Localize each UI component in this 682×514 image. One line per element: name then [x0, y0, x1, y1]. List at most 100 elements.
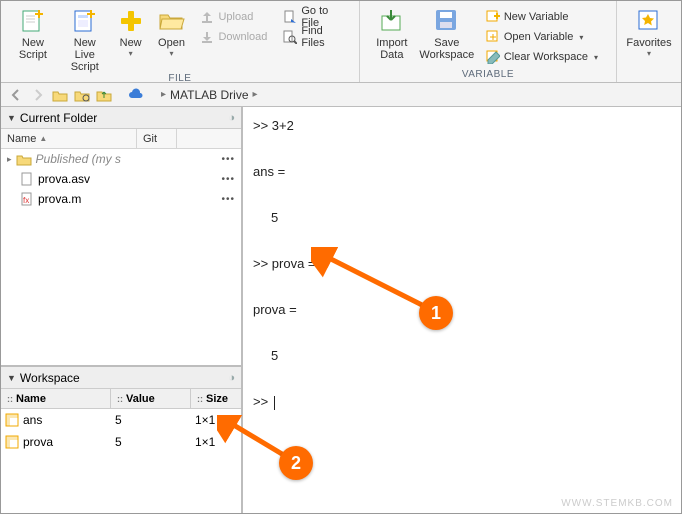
row-menu-icon[interactable]: •••	[221, 154, 235, 165]
ws-col-name[interactable]: ::Name	[1, 389, 111, 408]
workspace-row[interactable]: prova 5 1×1	[1, 431, 241, 453]
ws-col-size[interactable]: ::Size	[191, 389, 241, 408]
row-menu-icon[interactable]: •••	[221, 174, 235, 185]
live-script-plus-icon	[71, 7, 99, 35]
open-label: Open	[158, 37, 185, 49]
open-variable-button[interactable]: Open Variable	[482, 27, 602, 47]
upload-button[interactable]: Upload	[196, 7, 271, 27]
new-script-button[interactable]: NewScript	[7, 5, 59, 61]
workspace-panel: ▼ Workspace ◑ ::Name ::Value ::Size ans …	[1, 365, 241, 513]
file-list: ▸ Published (my s ••• prova.asv ••• fx p…	[1, 149, 241, 365]
ribbon-group-variable-label: VARIABLE	[360, 69, 616, 82]
expand-icon[interactable]: ▸	[7, 154, 12, 165]
download-label: Download	[218, 31, 267, 43]
plus-icon	[117, 7, 145, 35]
save-workspace-icon	[433, 7, 461, 35]
annotation-badge-2: 2	[279, 446, 313, 480]
ribbon-group-favorites: Favorites ▾	[617, 1, 681, 82]
current-folder-columns: Name▲ Git	[1, 129, 241, 149]
clear-workspace-button[interactable]: Clear Workspace	[482, 47, 602, 67]
new-live-script-label: NewLive Script	[61, 37, 109, 73]
file-name: prova.asv	[38, 172, 90, 186]
import-icon	[378, 7, 406, 35]
collapse-icon[interactable]: ▼	[7, 113, 16, 123]
file-row[interactable]: fx prova.m •••	[1, 189, 241, 209]
find-files-button[interactable]: Find Files	[279, 27, 352, 47]
save-workspace-label: SaveWorkspace	[419, 37, 474, 61]
new-variable-label: New Variable	[504, 11, 569, 23]
cursor	[274, 396, 275, 410]
favorites-label: Favorites	[626, 37, 671, 49]
new-variable-icon	[486, 10, 500, 24]
goto-file-button[interactable]: Go to File	[279, 7, 352, 27]
new-button[interactable]: New ▾	[111, 5, 151, 58]
variable-icon	[5, 413, 19, 427]
breadcrumb-sep-icon: ▸	[253, 89, 258, 100]
workspace-title: Workspace	[20, 371, 80, 385]
panel-menu-icon[interactable]: ◑	[228, 112, 235, 124]
new-variable-button[interactable]: New Variable	[482, 7, 602, 27]
open-variable-icon	[486, 30, 500, 44]
clear-workspace-icon	[486, 50, 500, 64]
import-data-label: ImportData	[376, 37, 407, 61]
caret-down-icon: ▾	[129, 49, 133, 58]
address-bar: ▸ MATLAB Drive ▸	[1, 83, 681, 107]
caret-down-icon: ▾	[647, 49, 651, 58]
folder-icon	[16, 153, 32, 166]
collapse-icon[interactable]: ▼	[7, 373, 16, 383]
ws-var-value: 5	[115, 435, 195, 449]
caret-down-icon: ▾	[170, 49, 174, 58]
folder-row[interactable]: ▸ Published (my s •••	[1, 149, 241, 169]
folder-name: Published (my s	[36, 152, 121, 166]
col-git[interactable]: Git	[137, 129, 177, 148]
svg-text:fx: fx	[23, 196, 29, 205]
variable-icon	[5, 435, 19, 449]
ribbon-group-file: NewScript NewLive Script New ▾ Open	[1, 1, 360, 82]
folder-open-icon	[158, 7, 186, 35]
left-panels: ▼ Current Folder ◑ Name▲ Git ▸ Published…	[1, 107, 243, 513]
ribbon-group-variable: ImportData SaveWorkspace New Variable Op…	[360, 1, 617, 82]
open-button[interactable]: Open ▾	[151, 5, 193, 58]
watermark: WWW.STEMKB.COM	[561, 498, 673, 509]
folder-level-button[interactable]	[95, 86, 113, 104]
browse-folder-button[interactable]	[73, 86, 91, 104]
new-live-script-button[interactable]: NewLive Script	[59, 5, 111, 73]
new-label: New	[120, 37, 142, 49]
upload-icon	[200, 10, 214, 24]
panel-menu-icon[interactable]: ◑	[228, 372, 235, 384]
file-icon	[20, 172, 34, 186]
workspace-row[interactable]: ans 5 1×1	[1, 409, 241, 431]
find-files-label: Find Files	[301, 25, 348, 49]
annotation-badge-1: 1	[419, 296, 453, 330]
breadcrumb[interactable]: ▸ MATLAB Drive ▸	[157, 88, 262, 102]
back-button[interactable]	[7, 86, 25, 104]
workspace-header[interactable]: ▼ Workspace ◑	[1, 367, 241, 389]
current-folder-title: Current Folder	[20, 111, 97, 125]
ribbon-toolbar: NewScript NewLive Script New ▾ Open	[1, 1, 681, 83]
ws-var-value: 5	[115, 413, 195, 427]
file-row[interactable]: prova.asv •••	[1, 169, 241, 189]
current-folder-header[interactable]: ▼ Current Folder ◑	[1, 107, 241, 129]
col-name[interactable]: Name▲	[1, 129, 137, 148]
download-button[interactable]: Download	[196, 27, 271, 47]
save-workspace-button[interactable]: SaveWorkspace	[418, 5, 476, 61]
up-folder-button[interactable]	[51, 86, 69, 104]
import-data-button[interactable]: ImportData	[366, 5, 418, 61]
new-script-label: NewScript	[19, 37, 47, 61]
open-variable-label: Open Variable	[504, 31, 574, 43]
breadcrumb-item[interactable]: MATLAB Drive	[170, 88, 248, 102]
download-icon	[200, 30, 214, 44]
ws-var-name: prova	[23, 435, 115, 449]
favorites-button[interactable]: Favorites ▾	[623, 5, 675, 58]
clear-workspace-label: Clear Workspace	[504, 51, 588, 63]
goto-file-icon	[283, 10, 297, 24]
ws-var-name: ans	[23, 413, 115, 427]
row-menu-icon[interactable]: •••	[221, 194, 235, 205]
ws-col-value[interactable]: ::Value	[111, 389, 191, 408]
file-name: prova.m	[38, 192, 81, 206]
mfile-icon: fx	[20, 192, 34, 206]
forward-button[interactable]	[29, 86, 47, 104]
cloud-icon[interactable]	[127, 86, 145, 104]
favorites-icon	[635, 7, 663, 35]
find-files-icon	[283, 30, 297, 44]
